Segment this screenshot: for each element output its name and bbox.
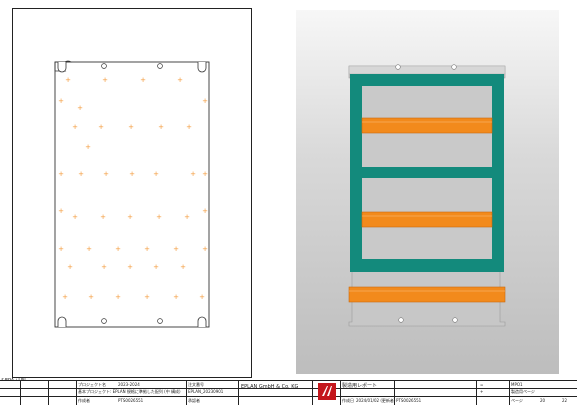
version-value: PTS0026551 <box>396 398 422 403</box>
creator-value: PTS0026551 <box>118 398 144 403</box>
page-total: 22 <box>562 398 568 403</box>
tb-divider <box>76 380 77 405</box>
tb-divider <box>340 380 341 405</box>
page-label: ページ <box>511 398 523 403</box>
right-mid-field: + <box>480 389 484 394</box>
tb-divider <box>509 380 510 405</box>
tb-divider <box>48 380 49 405</box>
page-code-desc: 製造用ページ <box>511 389 535 394</box>
document-title: 製造用レポート <box>342 383 378 389</box>
right-top-field: = <box>480 382 484 387</box>
creator-label: 作成者 <box>78 398 90 403</box>
3d-cabinet-view <box>348 64 506 327</box>
company-name: EPLAN GmbH & Co. KG <box>241 384 299 390</box>
date-label: 作成日 <box>342 398 354 403</box>
drawing-sheet: + + + + + + + + + + + + + + + + + + + + + + + + + + + + + + + + + … <box>0 0 577 406</box>
page-number: 20 <box>540 398 546 403</box>
doc-id-value: EPLAN_20230901 <box>188 389 224 394</box>
page-code: MPO1 <box>511 382 523 387</box>
tb-divider <box>186 380 187 405</box>
tb-divider <box>238 380 239 405</box>
project-description: 基本プロジェクト: EPLAN 規格に準拠した配列 (中 構成) <box>78 389 181 394</box>
tb-divider <box>20 380 21 405</box>
date-value: 2024/01/02 (更新者) <box>356 398 396 403</box>
project-name: プロジェクト名 <box>78 382 106 387</box>
tb-divider <box>312 380 313 405</box>
approver-label: 承認者 <box>188 398 200 403</box>
title-block-divider <box>0 396 577 397</box>
doc-id-label: 注文番号 <box>188 382 204 387</box>
project-date: 2023-2024 <box>118 382 140 387</box>
eplan-logo <box>318 383 336 400</box>
tb-divider <box>476 380 477 405</box>
